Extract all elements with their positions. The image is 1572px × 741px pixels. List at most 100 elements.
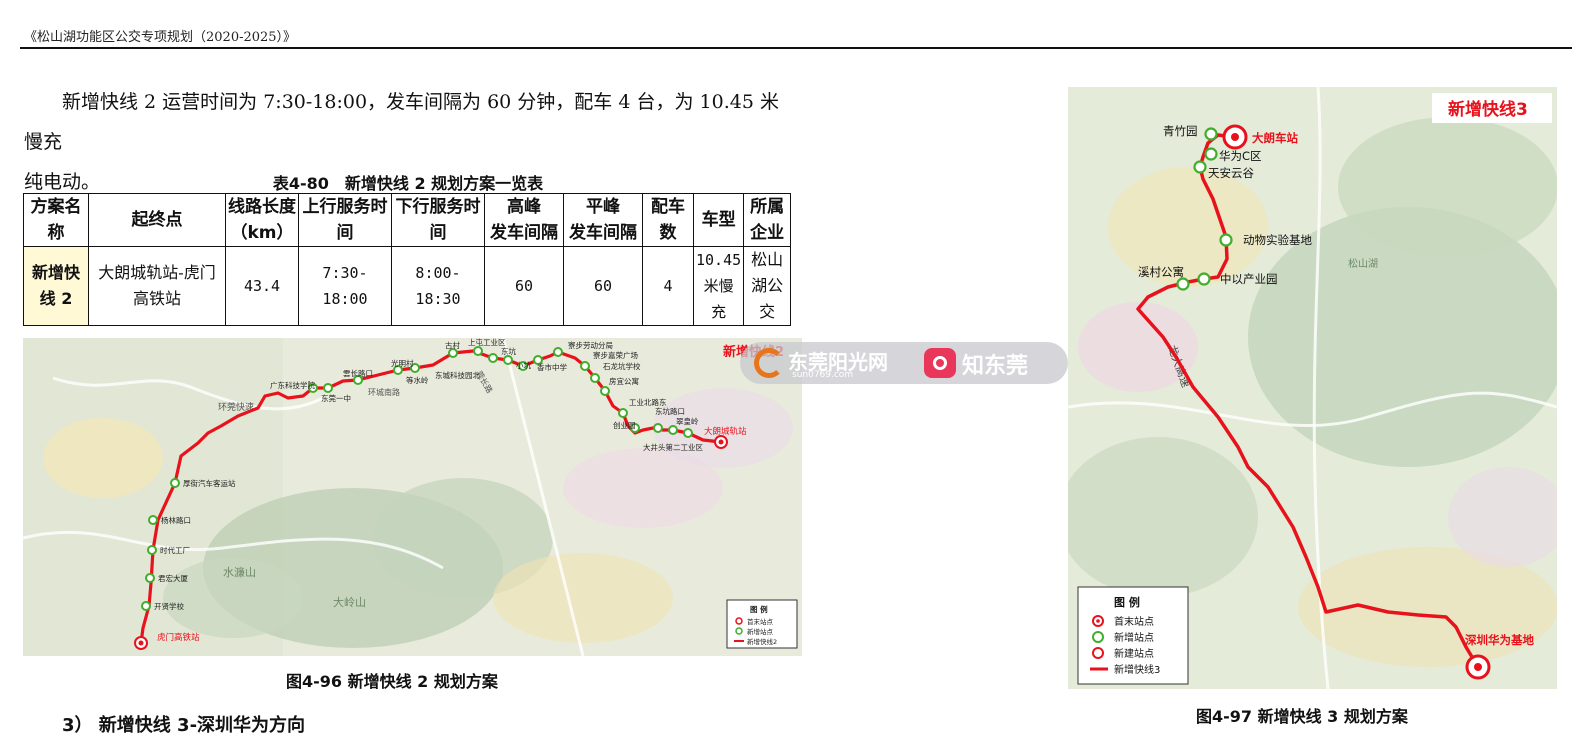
label-shilongkeng: 石龙坑学校 bbox=[603, 361, 641, 371]
table-row: 新增快线 2 大朗城轨站-虎门 高铁站 43.4 7:30-18:00 8:00-… bbox=[23, 246, 792, 326]
station-huawei bbox=[1204, 147, 1218, 161]
label-zhongyi: 中以产业园 bbox=[1220, 272, 1278, 286]
th-peak: 高峰 发车间隔 bbox=[484, 193, 564, 247]
station-dongchengkeji bbox=[488, 353, 498, 363]
label-jiarong: 寮步嘉荣广场 bbox=[593, 350, 638, 360]
map2-legend: 图 例 首末站点 新增站点 新建站点 新增快线3 bbox=[1077, 586, 1189, 685]
document-header: 《松山湖功能区公交专项规划（2020-2025）》 bbox=[24, 30, 297, 45]
map1-legend-title: 图 例 bbox=[750, 604, 768, 614]
station-laodong bbox=[553, 347, 563, 357]
cell-name: 新增快线 2 bbox=[23, 246, 89, 326]
map2-legend-station-icon bbox=[1092, 631, 1104, 643]
watermark-brand1-sub: sun0769.com bbox=[792, 370, 854, 380]
th-vehicles: 配车数 bbox=[642, 193, 694, 247]
station-shilongkeng bbox=[590, 373, 600, 383]
label-yanglin: 杨林路口 bbox=[161, 515, 191, 525]
label-tianan: 天安云谷 bbox=[1208, 166, 1254, 180]
section-heading: 3） 新增快线 3-深圳华为方向 bbox=[62, 715, 306, 736]
label-yunchang: 雲长路口 bbox=[343, 368, 373, 378]
station-guchun bbox=[448, 348, 458, 358]
road-label-huancheng: 环城南路 bbox=[368, 387, 400, 397]
map1-legend-terminal: 首末站点 bbox=[747, 617, 774, 626]
caption-fig-4-96: 图4-96 新增快线 2 规划方案 bbox=[286, 672, 498, 691]
map2-urban-1 bbox=[1108, 167, 1268, 287]
map2-legend-terminal: 首末站点 bbox=[1114, 615, 1154, 628]
cell-peak: 60 bbox=[484, 246, 564, 326]
station-zhongyi bbox=[1197, 272, 1211, 286]
station-junhong bbox=[145, 573, 155, 583]
cell-down-time: 8:00-18:30 bbox=[391, 246, 485, 326]
label-xicun: 溪村公寓 bbox=[1138, 265, 1184, 279]
map2-legend-line: 新增快线3 bbox=[1114, 663, 1160, 676]
station-jiarong bbox=[580, 361, 590, 371]
cell-up-time: 7:30-18:00 bbox=[298, 246, 392, 326]
label-cuihuangling: 翠皇岭 bbox=[676, 416, 699, 426]
th-name: 方案名称 bbox=[23, 193, 89, 247]
route3-map-svg: 松山湖 龙大高速 青竹园 大朗车站 华为C区 天安云谷 动物实验基地 溪村公寓 … bbox=[1068, 87, 1557, 689]
station-dongwu bbox=[1219, 233, 1233, 247]
map1-legend-line: 新增快线2 bbox=[747, 637, 777, 646]
map2-legend-title: 图 例 bbox=[1114, 595, 1140, 609]
label-huawei: 华为C区 bbox=[1219, 149, 1262, 163]
th-offpeak: 平峰 发车间隔 bbox=[563, 193, 643, 247]
map1-legend: 图 例 首末站点 新增站点 新增快线2 bbox=[726, 599, 798, 649]
cell-vehicles: 4 bbox=[642, 246, 694, 326]
label-dalang-station: 大朗车站 bbox=[1252, 131, 1298, 145]
station-shangtun bbox=[473, 346, 483, 356]
map2-legend-terminal-dot bbox=[1096, 619, 1100, 623]
label-dongkeng: 东坑 bbox=[501, 346, 516, 356]
station-dongkenglu bbox=[653, 423, 663, 433]
label-qingzhuyuan: 青竹园 bbox=[1163, 124, 1198, 138]
station-dajingtou bbox=[683, 428, 693, 438]
map2-legend-build: 新建站点 bbox=[1114, 647, 1154, 660]
eye-logo-icon bbox=[924, 348, 956, 378]
label-gongyebei: 工业北路东 bbox=[629, 397, 667, 407]
legend-station-icon bbox=[735, 627, 743, 635]
station-kaixian bbox=[141, 601, 151, 611]
map1-legend-station: 新增站点 bbox=[747, 627, 774, 636]
label-gdkeji: 广东科技学院 bbox=[270, 380, 315, 390]
label-dalang: 大朗城轨站 bbox=[704, 426, 747, 437]
station-dongkeng bbox=[503, 355, 513, 365]
map-urban-3 bbox=[493, 553, 673, 643]
label-kaixian: 开贤学校 bbox=[154, 601, 184, 611]
label-dgyizhong: 东莞一中 bbox=[321, 393, 351, 403]
map2-area-label: 松山湖 bbox=[1348, 257, 1378, 270]
route3-map: 松山湖 龙大高速 青竹园 大朗车站 华为C区 天安云谷 动物实验基地 溪村公寓 … bbox=[1068, 87, 1557, 689]
label-shenzhen: 深圳华为基地 bbox=[1465, 633, 1534, 647]
terminal-dalang-station-dot bbox=[1231, 133, 1239, 141]
map2-forest-2 bbox=[1338, 117, 1557, 257]
map2-legend-station: 新增站点 bbox=[1114, 631, 1154, 644]
label-laodong: 寮步劳动分局 bbox=[568, 340, 613, 350]
area-label-dalingshan: 大岭山 bbox=[333, 595, 366, 609]
terminal-humen-dot bbox=[138, 640, 144, 646]
legend-terminal-icon bbox=[735, 617, 743, 625]
map-urban-2 bbox=[43, 418, 163, 498]
label-xiangshizhongxue: 香市中学 bbox=[537, 362, 567, 372]
th-od: 起终点 bbox=[88, 193, 226, 247]
cell-company: 松山 湖公交 bbox=[743, 246, 792, 326]
map2-title: 新增快线3 bbox=[1448, 99, 1528, 120]
header-rule bbox=[20, 47, 1572, 49]
label-shidai: 时代工厂 bbox=[160, 545, 190, 555]
paragraph-line-1: 新增快线 2 运营时间为 7:30-18:00，发车间隔为 60 分钟，配车 4… bbox=[24, 91, 779, 153]
cell-length: 43.4 bbox=[225, 246, 299, 326]
station-houjie bbox=[170, 478, 180, 488]
watermark-overlay: 东莞阳光网 sun0769.com 知东莞 bbox=[740, 342, 1068, 384]
label-houjie: 厚街汽车客运站 bbox=[183, 478, 236, 488]
label-xiaokeng: 小坑 bbox=[516, 360, 531, 370]
terminal-dalang-dot bbox=[718, 439, 724, 445]
table-title: 表4-80 新增快线 2 规划方案一览表 bbox=[272, 174, 544, 193]
cell-od: 大朗城轨站-虎门 高铁站 bbox=[88, 246, 226, 326]
plan-table: 方案名称 起终点 线路长度 （km） 上行服务时间 下行服务时间 高峰 发车间隔 平… bbox=[23, 193, 792, 326]
watermark-brand2: 知东莞 bbox=[962, 354, 1029, 379]
cell-type: 10.45 米慢充 bbox=[692, 246, 745, 326]
th-length: 线路长度 （km） bbox=[225, 193, 299, 247]
label-guchun: 古村 bbox=[445, 340, 460, 350]
label-dongkenglu: 东坑路口 bbox=[655, 406, 685, 416]
station-fangyi bbox=[600, 386, 610, 396]
station-xicun bbox=[1176, 277, 1190, 291]
label-yuanyuan: 创业园 bbox=[613, 420, 636, 430]
th-company: 所属 企业 bbox=[743, 193, 792, 247]
sun-logo-icon bbox=[754, 348, 784, 378]
